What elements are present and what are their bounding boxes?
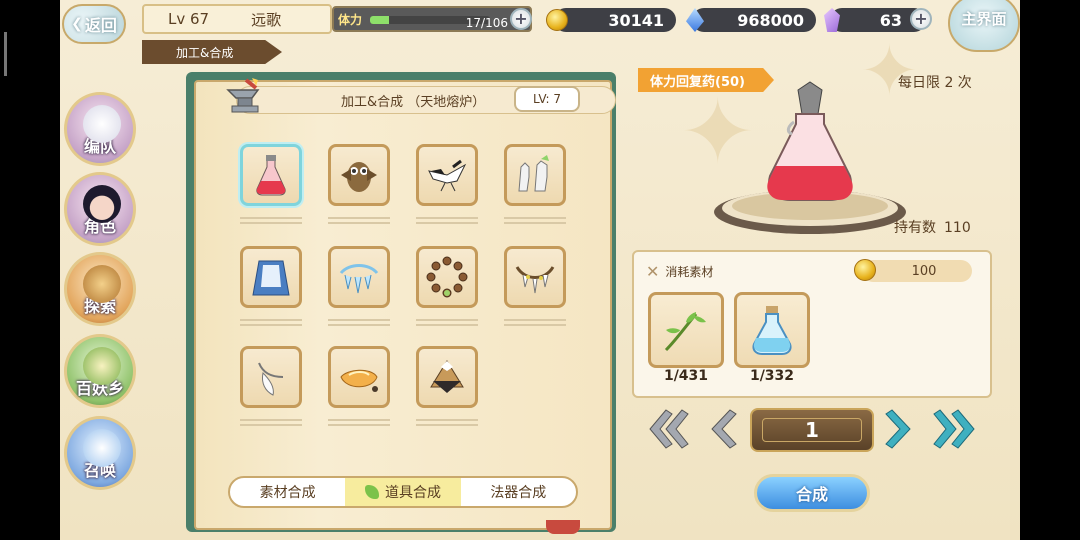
item-caption-placeholder <box>324 316 394 330</box>
gem-counter: 968000 <box>692 8 816 32</box>
max-quantity-button[interactable] <box>930 404 986 454</box>
quantity-display: 1 <box>750 408 874 452</box>
craft-item-white-gloves[interactable] <box>504 144 566 206</box>
decrease-quantity-button[interactable] <box>700 404 740 454</box>
blue-cloak-icon <box>252 260 290 296</box>
craft-item-red-potion[interactable] <box>240 144 302 206</box>
material-slot-herb[interactable] <box>648 292 724 368</box>
herb-icon <box>664 312 706 352</box>
gold-coin-icon <box>854 259 876 281</box>
owned-count: 持有数 110 <box>894 217 971 237</box>
prayer-beads-icon <box>426 256 468 298</box>
nav-explore[interactable]: 探索 <box>64 252 136 326</box>
gem-value: 968000 <box>737 10 804 30</box>
nav-formation[interactable]: 编队 <box>64 92 136 166</box>
item-caption-placeholder <box>236 214 306 228</box>
tab-item-crafting[interactable]: 道具合成 <box>345 478 461 506</box>
back-label: 返回 <box>84 16 117 35</box>
nav-hundred-demon-village[interactable]: 百妖乡 <box>64 334 136 408</box>
ghost-icon <box>83 105 121 143</box>
system-scroll-indicator <box>4 32 7 76</box>
chevron-left-icon: ❮ <box>71 16 83 32</box>
crafting-tabs: 素材合成 道具合成 法器合成 <box>228 476 578 508</box>
item-caption-placeholder <box>500 214 570 228</box>
material-count-herb: 1/431 <box>663 368 709 384</box>
nav-summon[interactable]: 召唤 <box>64 416 136 490</box>
gold-cost: 100 <box>862 260 972 282</box>
game-screen: ✦ ✦ ❮ 返回 Lv 67 远歌 加工&合成 体力 17/106 + 30141… <box>60 0 1020 540</box>
white-gloves-icon <box>518 155 549 192</box>
item-caption-placeholder <box>324 416 394 430</box>
gold-cost-value: 100 <box>911 263 937 279</box>
breadcrumb: 加工&合成 <box>142 40 282 64</box>
owned-value: 110 <box>944 220 971 236</box>
selected-item-preview <box>714 81 906 234</box>
materials-label: 消耗素材 <box>665 265 714 279</box>
material-slot-blue-bottle[interactable] <box>734 292 810 368</box>
craft-item-tooth-pendant[interactable] <box>240 346 302 408</box>
tab-material-crafting[interactable]: 素材合成 <box>230 478 345 506</box>
leaf-icon <box>364 485 379 499</box>
tab-artifact-crafting[interactable]: 法器合成 <box>461 478 576 506</box>
gold-coin-icon <box>546 9 568 31</box>
scroll-map-icon <box>83 265 121 303</box>
back-button[interactable]: ❮ 返回 <box>62 4 126 44</box>
add-crystal-button[interactable]: + <box>910 8 932 30</box>
stamina-bar: 体力 17/106 <box>332 6 532 32</box>
red-potion-icon <box>256 155 286 196</box>
crane-icon <box>428 159 467 192</box>
item-caption-placeholder <box>236 416 306 430</box>
character-portrait-icon <box>83 185 121 223</box>
tooth-pendant-icon <box>258 362 284 396</box>
crystal-chain-icon <box>339 264 379 294</box>
item-caption-placeholder <box>412 316 482 330</box>
tab-label: 道具合成 <box>384 485 441 501</box>
craft-item-crane[interactable] <box>416 144 478 206</box>
letterbox-left <box>0 0 60 540</box>
craft-item-prayer-beads[interactable] <box>416 246 478 308</box>
craft-item-fang-necklace[interactable] <box>504 246 566 308</box>
player-info: Lv 67 远歌 <box>142 4 332 34</box>
amber-dish-icon <box>340 369 378 392</box>
min-quantity-button[interactable] <box>642 404 692 454</box>
item-caption-placeholder <box>412 214 482 228</box>
craft-item-owl[interactable] <box>328 144 390 206</box>
tab-label: 素材合成 <box>259 485 316 501</box>
owl-icon <box>341 162 377 192</box>
player-name: 远歌 <box>251 10 282 29</box>
item-caption-placeholder <box>324 214 394 228</box>
gold-value: 30141 <box>608 10 664 30</box>
forge-level-tag: LV: 7 <box>514 86 580 112</box>
crystal-value: 63 <box>879 10 902 30</box>
craft-item-amber-dish[interactable] <box>328 346 390 408</box>
stamina-label: 体力 <box>338 13 363 27</box>
owned-label: 持有数 <box>894 220 936 236</box>
crossed-tools-icon: ✕ <box>646 262 660 281</box>
material-count-blue-bottle: 1/332 <box>749 368 795 384</box>
craft-item-fan-bundle[interactable] <box>416 346 478 408</box>
village-house-icon <box>83 347 121 385</box>
gold-counter: 30141 <box>554 8 676 32</box>
anvil-icon <box>226 78 260 113</box>
item-caption-placeholder <box>500 316 570 330</box>
player-level: Lv 67 <box>168 10 210 28</box>
bookmark-ribbon <box>546 520 580 534</box>
craft-item-crystal-chain[interactable] <box>328 246 390 308</box>
item-caption-placeholder <box>412 416 482 430</box>
tab-label: 法器合成 <box>490 485 547 501</box>
craft-item-blue-cloak[interactable] <box>240 246 302 308</box>
item-caption-placeholder <box>236 316 306 330</box>
materials-header: ✕ 消耗素材 <box>646 262 713 281</box>
swirl-icon <box>83 429 121 467</box>
home-button[interactable]: 主界面 <box>948 0 1020 52</box>
fan-bundle-icon <box>430 360 464 393</box>
blue-bottle-icon <box>752 306 792 355</box>
increase-quantity-button[interactable] <box>882 404 922 454</box>
nav-character[interactable]: 角色 <box>64 172 136 246</box>
craft-button[interactable]: 合成 <box>754 474 870 512</box>
add-stamina-button[interactable]: + <box>510 8 532 30</box>
fang-necklace-icon <box>515 266 555 294</box>
stamina-value: 17/106 <box>465 16 508 30</box>
